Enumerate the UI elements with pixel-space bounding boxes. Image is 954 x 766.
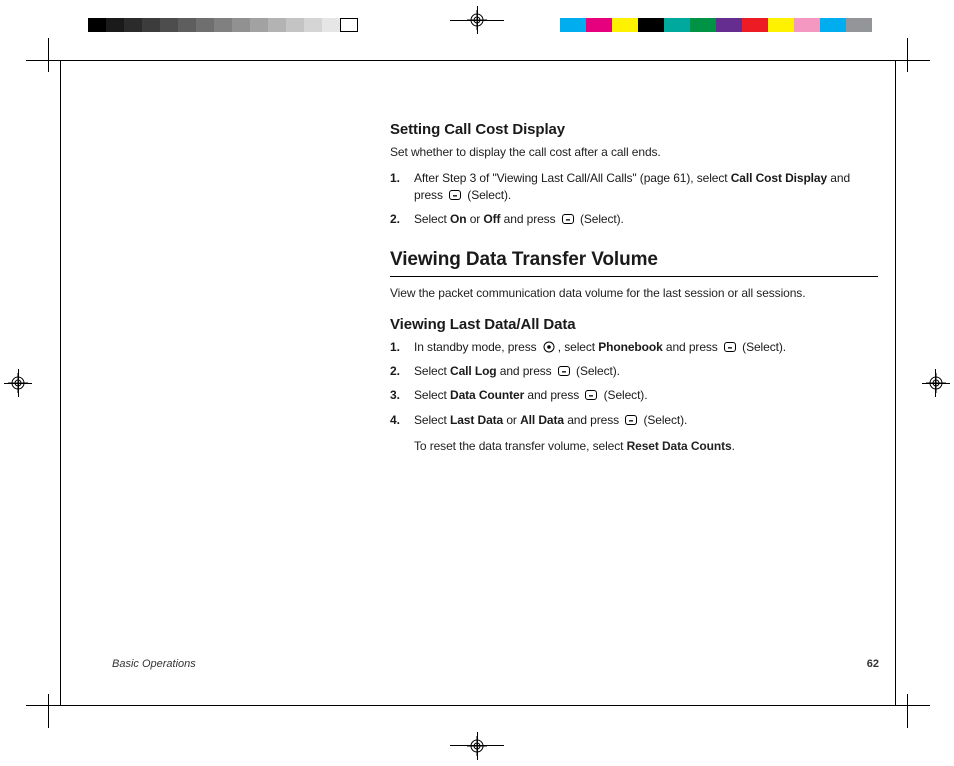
step-item: Select Data Counter and press (Select).: [390, 387, 878, 405]
crop-mark: [26, 60, 60, 61]
reg-cross: [922, 383, 950, 384]
desc-viewing-data-transfer: View the packet communication data volum…: [390, 285, 878, 301]
note-text: To reset the data transfer volume, selec…: [414, 439, 627, 453]
footer-section: Basic Operations: [112, 658, 196, 670]
softkey-icon: [584, 389, 598, 405]
crop-mark: [907, 38, 908, 72]
crop-mark: [48, 38, 49, 72]
section-rule: [390, 276, 878, 277]
step-item: Select Call Log and press (Select).: [390, 363, 878, 381]
crop-mark: [26, 705, 60, 706]
note-reset-data-counts: To reset the data transfer volume, selec…: [390, 438, 878, 454]
reg-cross: [935, 369, 936, 397]
softkey-icon: [448, 189, 462, 205]
softkey-icon: [624, 414, 638, 430]
reg-cross: [18, 369, 19, 397]
center-key-icon: [542, 341, 556, 357]
desc-setting-call-cost: Set whether to display the call cost aft…: [390, 144, 878, 160]
page-number: 62: [867, 658, 879, 670]
note-bold: Reset Data Counts: [627, 439, 732, 453]
step-item: After Step 3 of "Viewing Last Call/All C…: [390, 170, 878, 204]
softkey-icon: [723, 341, 737, 357]
note-text: .: [732, 439, 735, 453]
page-footer: Basic Operations 62: [112, 658, 879, 670]
reg-cross: [477, 732, 478, 760]
crop-mark: [896, 60, 930, 61]
trim-line-right: [895, 60, 896, 706]
step-item: Select On or Off and press (Select).: [390, 211, 878, 229]
crop-mark: [907, 694, 908, 728]
step-item: Select Last Data or All Data and press (…: [390, 412, 878, 430]
color-colorbar: [560, 18, 872, 32]
trim-line-top: [60, 60, 896, 61]
heading-viewing-last-data: Viewing Last Data/All Data: [390, 315, 878, 335]
trim-line-left: [60, 60, 61, 706]
softkey-icon: [557, 365, 571, 381]
reg-cross: [477, 6, 478, 34]
crop-mark: [48, 694, 49, 728]
grayscale-colorbar: [88, 18, 358, 32]
page-content: Setting Call Cost Display Set whether to…: [390, 114, 878, 464]
heading-setting-call-cost: Setting Call Cost Display: [390, 120, 878, 140]
crop-mark: [896, 705, 930, 706]
manual-page: Setting Call Cost Display Set whether to…: [0, 0, 954, 766]
step-item: In standby mode, press , select Phoneboo…: [390, 339, 878, 357]
heading-viewing-data-transfer: Viewing Data Transfer Volume: [390, 247, 878, 273]
steps-viewing-last-data: In standby mode, press , select Phoneboo…: [390, 339, 878, 430]
trim-line-bottom: [60, 705, 896, 706]
softkey-icon: [561, 213, 575, 229]
steps-setting-call-cost: After Step 3 of "Viewing Last Call/All C…: [390, 170, 878, 229]
